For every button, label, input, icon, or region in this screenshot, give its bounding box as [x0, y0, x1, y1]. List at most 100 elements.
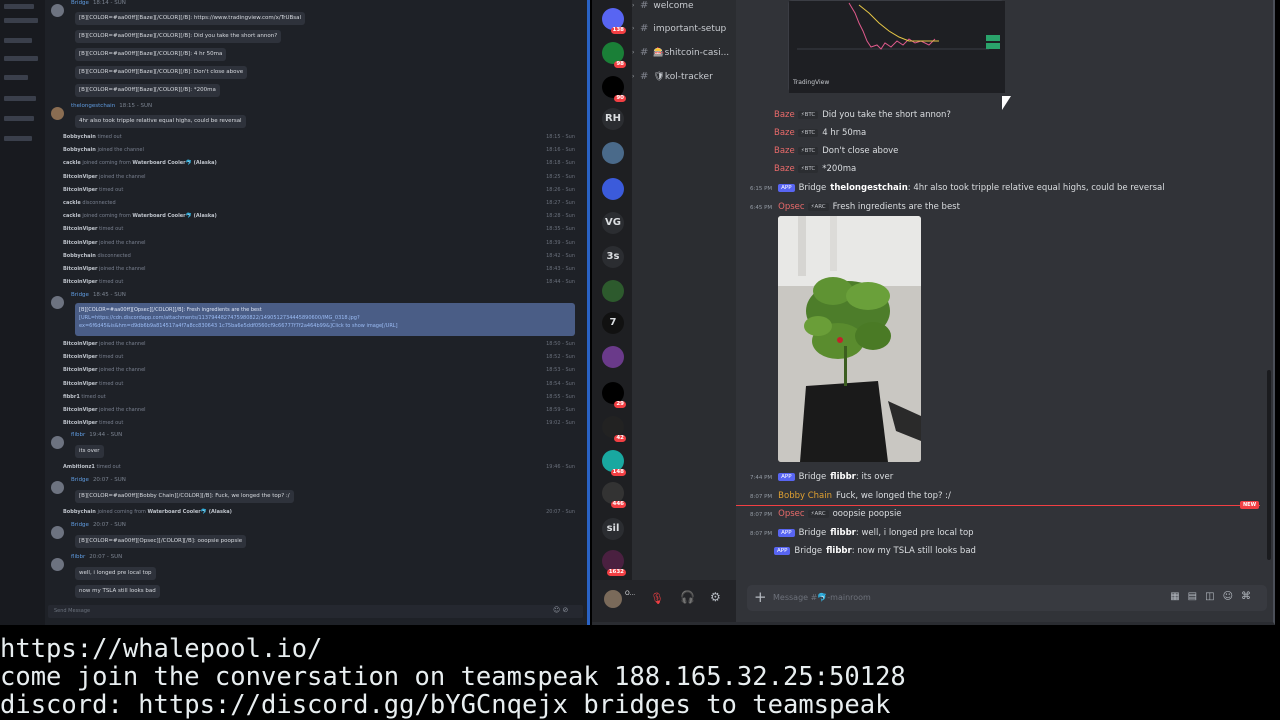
event-line: fibbr1 timed out 18:55 - Sun [63, 393, 575, 400]
message-list: TradingView Baze ⚡BTC Did you take the sho… [736, 0, 1273, 580]
plus-icon[interactable]: + [754, 588, 767, 606]
unread-badge: 138 [610, 27, 626, 34]
username: O... [625, 590, 636, 597]
tradingview-chart-embed[interactable]: TradingView [788, 0, 1005, 93]
server-list: 138 98 90 RH VG 3s 7 29 42 148 446 sil 1632 [592, 0, 632, 580]
server-icon[interactable]: VG [602, 212, 624, 234]
event-line: BitcoinViper joined the channel 18:43 - S… [63, 266, 575, 272]
teamspeak-channel-tree[interactable] [0, 0, 45, 625]
server-icon[interactable]: 7 [602, 312, 624, 334]
event-line: BitcoinViper timed out 18:52 - Sun [63, 354, 575, 361]
message-author: flibbr 19:44 - SUN [71, 432, 123, 438]
chat-message: its over [75, 445, 104, 458]
chat-message: [B][COLOR=#aa00ff][Bobby Chain][/COLOR][… [75, 490, 294, 503]
chat-message: [B][COLOR=#aa00ff][Baze][/COLOR][/B]: *2… [75, 84, 220, 97]
discord-message: 7:44 PM APP Bridge flibbr: its over [750, 472, 894, 482]
event-line: Bobbychain joined the channel 18:16 - Sun [63, 147, 575, 154]
avatar [51, 107, 64, 120]
event-line: BitcoinViper joined the channel 18:25 - S… [63, 173, 575, 180]
terminal-line: discord: https://discord.gg/bYGCnqejx br… [0, 690, 891, 720]
server-icon[interactable]: 42 [602, 416, 626, 442]
avatar [51, 296, 64, 309]
event-line: cackle joined coming from Waterboard Coo… [63, 160, 575, 167]
event-line: BitcoinViper joined the channel 18:50 - S… [63, 341, 575, 347]
mute-icon[interactable]: 🎙 [650, 592, 664, 605]
event-line: cackle joined coming from Waterboard Coo… [63, 213, 575, 220]
server-icon[interactable]: sil [602, 518, 624, 540]
chat-message: [B][COLOR=#aa00ff][Baze][/COLOR][/B]: Di… [75, 30, 282, 43]
terminal-banner: https://whalepool.io/ come join the conv… [0, 627, 1280, 720]
discord-message: 6:15 PM APP Bridge thelongestchain: 4hr als… [750, 183, 1165, 193]
event-line: Bobbychain timed out 18:15 - Sun [63, 134, 575, 140]
server-icon[interactable] [602, 280, 624, 302]
server-icon[interactable]: 90 [602, 76, 626, 102]
server-icon[interactable] [602, 178, 624, 200]
message-author: thelongestchain 18:15 - SUN [71, 103, 153, 109]
channel-kol-tracker[interactable]: # 🛡kol-tracker [640, 71, 713, 82]
channel-important-setup[interactable]: # important-setup [640, 23, 726, 34]
new-badge: NEW [1240, 501, 1260, 509]
message-author: Bridge 18:14 - SUN [71, 0, 126, 6]
user-panel: O... 🎙 🎧 ⚙ [592, 580, 736, 622]
scrollbar[interactable] [1267, 370, 1271, 560]
composer-icons[interactable]: ▦▤◫☺⌘ [1170, 591, 1259, 602]
chat-message: [B][COLOR=#aa00ff][Baze][/COLOR][/B]: 4 … [75, 48, 227, 61]
server-icon[interactable]: 98 [602, 42, 626, 68]
chevron-right-icon[interactable]: › [632, 2, 634, 9]
event-line: Bobbychain disconnected 18:42 - Sun [63, 252, 575, 259]
teamspeak-message-input[interactable]: Send Message [48, 605, 583, 618]
avatar [51, 558, 64, 571]
discord-message-input[interactable]: + Message #🐬-mainroom ▦▤◫☺⌘ [747, 585, 1267, 611]
server-icon[interactable] [602, 346, 624, 368]
gear-icon[interactable]: ⚙ [710, 590, 721, 604]
server-icon[interactable]: 446 [602, 482, 626, 508]
server-icon[interactable]: 138 [602, 8, 626, 34]
event-line: Bobbychain joined coming from Waterboard… [63, 509, 575, 515]
teamspeak-chat-log: Bridge 18:14 - SUN [B][COLOR=#aa00ff][Baz… [48, 0, 587, 605]
mouse-cursor-icon [1002, 96, 1011, 110]
plant-photo[interactable] [778, 216, 921, 462]
emoji-icon[interactable]: ☺ ⊘ [553, 606, 568, 614]
event-line: BitcoinViper timed out 18:44 - Sun [63, 279, 575, 286]
server-icon[interactable]: 148 [602, 450, 626, 476]
server-icon[interactable] [602, 142, 624, 164]
message-author: flibbr 20:07 - SUN [71, 554, 123, 560]
discord-window: 138 98 90 RH VG 3s 7 29 42 148 446 sil 1632 › # welco… [592, 0, 1275, 625]
discord-message: 8:07 PM Opsec ⚡ARC ooopsie poopsie [750, 509, 902, 519]
avatar [51, 436, 64, 449]
server-icon[interactable]: 29 [602, 382, 626, 408]
event-line: BitcoinViper joined the channel 18:39 - S… [63, 239, 575, 246]
event-line: Ambitionz1 timed out 19:46 - Sun [63, 464, 575, 470]
chat-message: [B][COLOR=#aa00ff][Baze][/COLOR][/B]: ht… [75, 12, 306, 25]
teamspeak-window: Bridge 18:14 - SUN [B][COLOR=#aa00ff][Baz… [0, 0, 590, 625]
channel-shitcoin-casino[interactable]: # 🎰shitcoin-casi... [640, 47, 729, 58]
server-icon[interactable]: 1632 [602, 550, 626, 576]
discord-message: Baze ⚡BTC *200ma [774, 164, 857, 174]
chat-message: now my TSLA still looks bad [75, 585, 160, 598]
event-line: cackle disconnected 18:27 - Sun [63, 200, 575, 206]
discord-message: Baze ⚡BTC Don't close above [774, 146, 899, 156]
message-author: Bridge 20:07 - SUN [71, 477, 126, 483]
headphones-icon[interactable]: 🎧 [680, 590, 695, 604]
highlighted-message[interactable]: [B][COLOR=#aa00ff][Opsec][/COLOR][/B]: F… [75, 303, 575, 336]
discord-message: APP Bridge flibbr: now my TSLA still looks… [774, 546, 976, 556]
avatar[interactable] [604, 590, 622, 608]
unread-badge: 148 [610, 469, 626, 476]
discord-message: 8:07 PM Bobby Chain Fuck, we longed the to… [750, 491, 951, 501]
unread-badge: 90 [614, 95, 626, 102]
photo-image [778, 216, 921, 462]
channel-welcome[interactable]: # welcome [640, 0, 694, 11]
channel-list: › # welcome › # important-setup › # 🎰shitco… [632, 0, 736, 580]
server-icon[interactable]: 3s [602, 246, 624, 268]
unread-badge: 98 [614, 61, 626, 68]
chevron-right-icon[interactable]: › [632, 49, 634, 56]
chevron-right-icon[interactable]: › [632, 73, 634, 80]
event-line: BitcoinViper joined the channel 18:59 - S… [63, 407, 575, 413]
chevron-right-icon[interactable]: › [632, 25, 634, 32]
discord-message: 8:07 PM APP Bridge flibbr: well, i longed p… [750, 528, 974, 538]
new-messages-divider [736, 505, 1260, 506]
unread-badge: 29 [614, 401, 626, 408]
server-icon[interactable]: RH [602, 108, 624, 130]
chat-message: well, i longed pre local top [75, 567, 156, 580]
chat-message: [B][COLOR=#aa00ff][Opsec][/COLOR][/B]: o… [75, 535, 247, 548]
